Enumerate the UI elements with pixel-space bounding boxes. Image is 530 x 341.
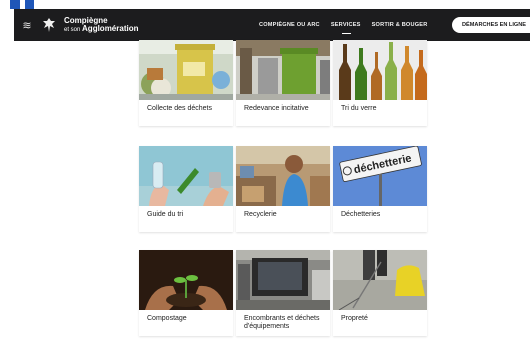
tile-compostage[interactable]: Compostage [139, 250, 233, 336]
compost-seedling-photo [139, 250, 233, 310]
tile-guide-tri[interactable]: Guide du tri [139, 146, 233, 232]
garbage-bins-photo [236, 40, 330, 100]
tile-collecte[interactable]: Collecte des déchets [139, 40, 233, 126]
main-nav: COMPIÈGNE OU ARC SERVICES SORTIR & BOUGE… [259, 9, 438, 41]
tile-proprete[interactable]: Propreté [333, 250, 427, 336]
tile-encombrants[interactable]: Encombrants et déchets d'équipements [236, 250, 330, 336]
tile-label: Redevance incitative [244, 105, 309, 112]
logo-line2: et son Agglomération [64, 24, 139, 33]
logo-prefix: et son [64, 27, 81, 33]
tile-label: Déchetteries [341, 211, 381, 218]
brand-color-mark [10, 0, 34, 9]
tile-redevance[interactable]: Redevance incitative [236, 40, 330, 126]
top-navbar: ≋ Compiègne et son Agglomération COMPIÈG… [14, 9, 530, 41]
tile-label: Propreté [341, 315, 368, 322]
site-logo[interactable]: Compiègne et son Agglomération [64, 16, 139, 34]
nav-compiegne[interactable]: COMPIÈGNE OU ARC [259, 22, 320, 28]
tile-tri-verre[interactable]: Tri du verre [333, 40, 427, 126]
dechetterie-sign-photo: déchetterie [333, 146, 427, 206]
nav-sortir[interactable]: SORTIR & BOUGER [372, 22, 428, 28]
bulky-waste-photo [236, 250, 330, 310]
tile-label: Tri du verre [341, 105, 377, 112]
sorting-hands-photo [139, 146, 233, 206]
tile-label: Guide du tri [147, 211, 184, 218]
tile-label: Collecte des déchets [147, 105, 212, 112]
logo-emblem-icon[interactable] [40, 16, 58, 34]
glass-bottles-photo [333, 40, 427, 100]
menu-icon[interactable]: ≋ [18, 19, 36, 32]
recyclerie-photo [236, 146, 330, 206]
tile-dechetteries[interactable]: déchetterie Déchetteries [333, 146, 427, 232]
tile-label: Encombrants et déchets d'équipements [244, 315, 320, 331]
tile-label: Recyclerie [244, 211, 277, 218]
online-procedures-button[interactable]: DÉMARCHES EN LIGNE [452, 17, 530, 33]
cleanliness-photo [333, 250, 427, 310]
recycling-bins-photo [139, 40, 233, 100]
nav-services[interactable]: SERVICES [331, 22, 361, 34]
tile-label: Compostage [147, 315, 187, 322]
tile-recyclerie[interactable]: Recyclerie [236, 146, 330, 232]
logo-agglo: Agglomération [82, 24, 139, 33]
